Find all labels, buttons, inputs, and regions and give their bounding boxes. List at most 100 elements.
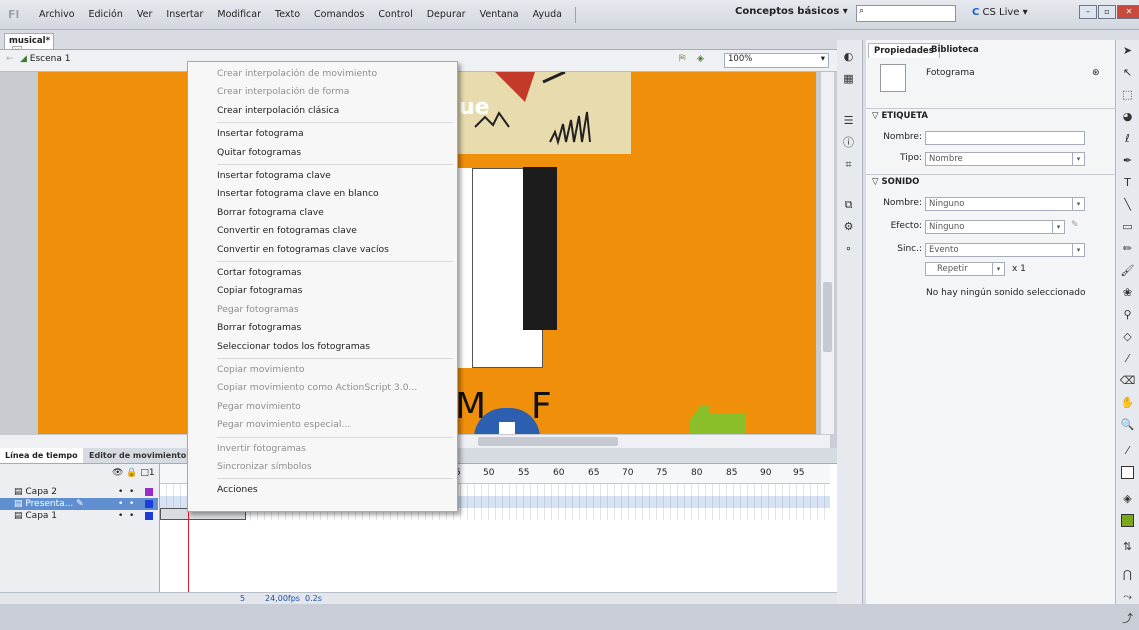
context-menu-item[interactable]: Borrar fotogramas (217, 319, 301, 337)
menu-depurar[interactable]: Depurar (420, 9, 473, 20)
sonido-efecto-select[interactable]: Ninguno ▾ (925, 220, 1065, 234)
bone-tool-icon[interactable]: ⚲ (1116, 304, 1139, 326)
tab-motion-editor[interactable]: Editor de movimiento (84, 448, 191, 463)
context-menu-item[interactable]: Convertir en fotogramas clave vacíos (217, 241, 389, 259)
section-sonido[interactable]: ▽ SONIDO (866, 174, 1116, 188)
frame-rate[interactable]: 24,00fps (265, 594, 300, 603)
transform-icon[interactable]: ⌗ (837, 154, 860, 176)
minimize-button[interactable]: – (1079, 5, 1097, 19)
context-menu-item: Invertir fotogramas (217, 442, 306, 454)
line-tool-icon[interactable]: ╲ (1116, 194, 1139, 216)
context-menu-item[interactable]: Cortar fotogramas (217, 264, 301, 282)
vertical-scroll-thumb[interactable] (823, 282, 832, 352)
lasso-icon[interactable]: ℓ (1116, 128, 1139, 150)
menu-insertar[interactable]: Insertar (159, 9, 210, 20)
code-snippets-icon[interactable]: ⧉ (837, 194, 860, 216)
close-button[interactable]: ✕ (1117, 5, 1139, 19)
hand-tool-icon[interactable]: ✋ (1116, 392, 1139, 414)
menu-modificar[interactable]: Modificar (210, 9, 268, 20)
selection-tool-icon[interactable]: ➤ (1116, 40, 1139, 62)
paint-bucket-icon[interactable]: ◇ (1116, 326, 1139, 348)
menu-control[interactable]: Control (371, 9, 419, 20)
etiqueta-tipo-select[interactable]: Nombre ▾ (925, 152, 1085, 166)
menu-ventana[interactable]: Ventana (473, 9, 526, 20)
tab-library[interactable]: Biblioteca (926, 43, 984, 58)
context-menu-item[interactable]: Copiar fotogramas (217, 282, 302, 300)
smooth-icon[interactable]: ⤳ (1116, 586, 1139, 608)
color-panel-icon[interactable]: ◐ (837, 46, 860, 68)
stage-vertical-scrollbar[interactable] (820, 72, 834, 434)
workspace-switcher[interactable]: Conceptos básicos ▾ (735, 6, 848, 17)
eyedropper-icon[interactable]: ⁄ (1116, 348, 1139, 370)
subselection-tool-icon[interactable]: ↖ (1116, 62, 1139, 84)
context-menu-item[interactable]: Seleccionar todos los fotogramas (217, 338, 370, 356)
stroke-color-icon[interactable]: ⁄ (1116, 440, 1139, 462)
context-menu-item[interactable]: Insertar fotograma clave (217, 167, 331, 185)
cs-live-button[interactable]: C CS Live ▾ (972, 7, 1028, 18)
back-arrow-icon[interactable]: ← (6, 54, 14, 64)
rectangle-tool-icon[interactable]: ▭ (1116, 216, 1139, 238)
stroke-swatch[interactable] (1116, 466, 1139, 488)
frame-icon (880, 64, 906, 92)
snap-icon[interactable]: ⋂ (1116, 564, 1139, 586)
context-menu-item[interactable]: Crear interpolación clásica (217, 102, 339, 120)
pencil-tool-icon[interactable]: ✏ (1116, 238, 1139, 260)
repeat-count[interactable]: x 1 (1012, 264, 1026, 274)
horizontal-scroll-thumb[interactable] (478, 437, 618, 446)
motion-presets-icon[interactable]: ∘ (837, 238, 860, 260)
maximize-button[interactable]: ▫ (1098, 5, 1116, 19)
fill-swatch[interactable] (1116, 514, 1139, 536)
menu-ver[interactable]: Ver (130, 9, 160, 20)
text-tool-icon[interactable]: T (1116, 172, 1139, 194)
layer-list: 👁 🔒 □1 ▤ Capa 2 • • ▤ Presenta... ✎ • • ▤ … (0, 464, 160, 604)
free-transform-icon[interactable]: ⬚ (1116, 84, 1139, 106)
context-menu-item[interactable]: Acciones (217, 481, 258, 499)
section-etiqueta[interactable]: ▽ ETIQUETA (866, 108, 1116, 122)
sonido-repetir-select[interactable]: Repetir ▾ (925, 262, 1005, 276)
edit-scene-icon[interactable]: ⛿ (679, 54, 686, 64)
layer-row[interactable]: ▤ Capa 1 • • (0, 510, 158, 522)
straighten-icon[interactable]: ⤴ (1116, 608, 1139, 630)
eraser-icon[interactable]: ⌫ (1116, 370, 1139, 392)
edit-symbol-icon[interactable]: ◈ (697, 54, 704, 64)
swap-colors-icon[interactable]: ⇅ (1116, 536, 1139, 558)
context-menu-item[interactable]: Insertar fotograma clave en blanco (217, 185, 379, 203)
menu-texto[interactable]: Texto (268, 9, 307, 20)
layer-row-selected[interactable]: ▤ Presenta... ✎ • • (0, 498, 158, 510)
visibility-icon[interactable]: 👁 (112, 468, 123, 478)
sonido-nombre-select[interactable]: Ninguno ▾ (925, 197, 1085, 211)
scene-label[interactable]: ◢ Escena 1 (20, 54, 70, 64)
fill-color-icon[interactable]: ◈ (1116, 488, 1139, 510)
context-menu-item[interactable]: Convertir en fotogramas clave (217, 222, 357, 240)
etiqueta-nombre-input[interactable] (925, 131, 1085, 145)
info-icon[interactable]: ⓘ (837, 132, 860, 154)
document-tab[interactable]: musical*✕ (4, 33, 54, 56)
context-menu-item[interactable]: Borrar fotograma clave (217, 204, 324, 222)
menu-ayuda[interactable]: Ayuda (526, 9, 569, 20)
sonido-sinc-select[interactable]: Evento ▾ (925, 243, 1085, 257)
menu-archivo[interactable]: Archivo (32, 9, 82, 20)
window-buttons: – ▫ ✕ (1078, 5, 1139, 19)
context-menu-item[interactable]: Quitar fotogramas (217, 144, 301, 162)
context-menu-item[interactable]: Insertar fotograma (217, 125, 304, 143)
menu-edicion[interactable]: Edición (82, 9, 130, 20)
lock-icon[interactable]: 🔒 (126, 468, 137, 478)
components-icon[interactable]: ⚙ (837, 216, 860, 238)
help-icon[interactable]: ⊛ (1092, 68, 1100, 78)
search-input[interactable]: ⌕ (856, 5, 956, 22)
deco-tool-icon[interactable]: ❀ (1116, 282, 1139, 304)
menu-comandos[interactable]: Comandos (307, 9, 371, 20)
tab-timeline[interactable]: Línea de tiempo (0, 448, 83, 463)
3d-rotation-icon[interactable]: ◕ (1116, 106, 1139, 128)
edit-pencil-icon[interactable]: ✎ (1071, 220, 1079, 230)
pen-icon[interactable]: ✒ (1116, 150, 1139, 172)
brush-tool-icon[interactable]: 🖌 (1116, 260, 1139, 282)
layer-row[interactable]: ▤ Capa 2 • • (0, 486, 158, 498)
align-icon[interactable]: ☰ (837, 110, 860, 132)
swatches-icon[interactable]: ▦ (837, 68, 860, 90)
layer-icon: ▤ (14, 487, 23, 497)
layer-icon: ▤ (14, 511, 23, 521)
zoom-select[interactable]: 100% ▾ (724, 53, 829, 68)
zoom-tool-icon[interactable]: 🔍 (1116, 414, 1139, 436)
outline-icon[interactable]: □ (140, 468, 149, 478)
